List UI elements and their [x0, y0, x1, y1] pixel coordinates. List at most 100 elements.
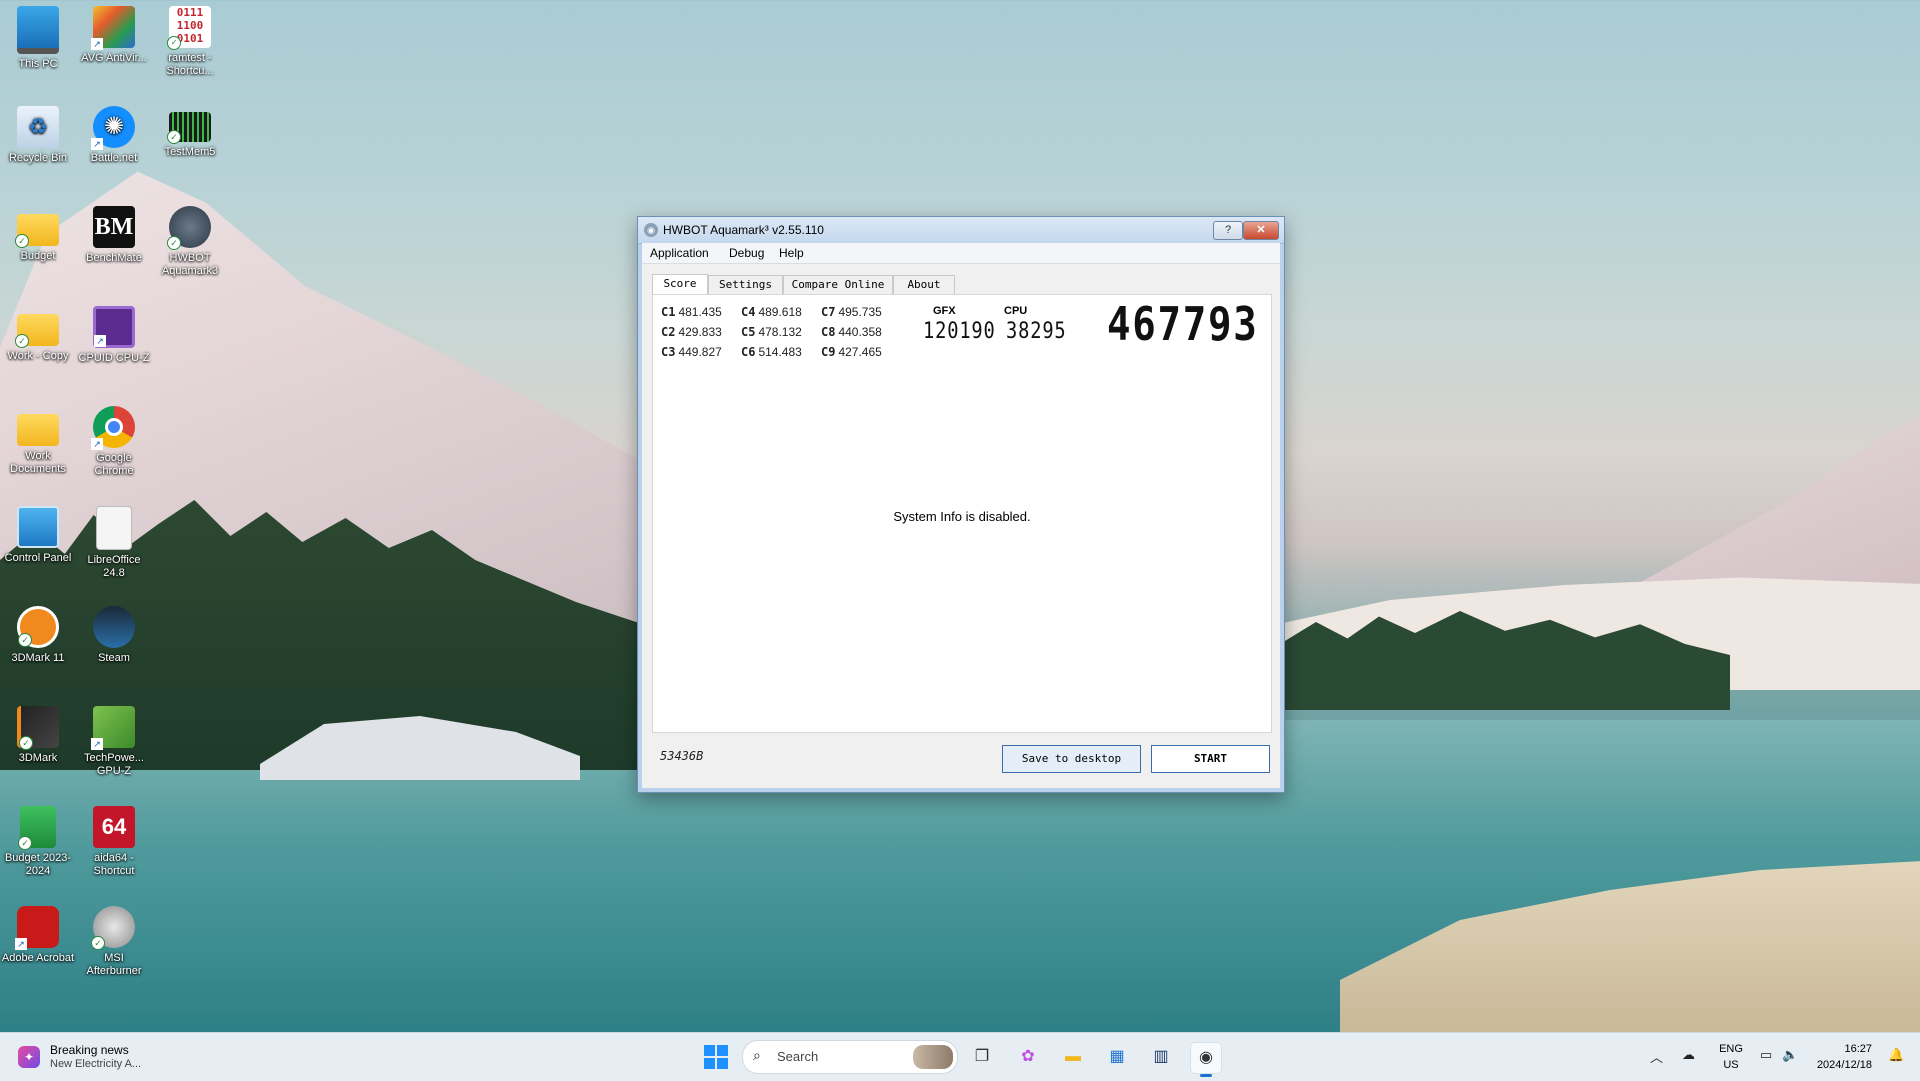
clock-time: 16:27	[1844, 1043, 1872, 1055]
notification-bell-icon[interactable]: 🔔	[1888, 1047, 1904, 1063]
aquamark-window: ◉ HWBOT Aquamark³ v2.55.110 ? ✕ Applicat…	[637, 216, 1285, 793]
language-code: ENG	[1719, 1043, 1743, 1055]
menu-debug[interactable]: Debug	[729, 246, 764, 260]
search-highlight-image	[913, 1045, 953, 1069]
icon-label: ramtest - Shortcu...	[166, 52, 214, 77]
close-button[interactable]: ✕	[1243, 221, 1279, 240]
benchmark-app-icon[interactable]: ▥	[1146, 1042, 1176, 1072]
score-c9: C9 427.465	[821, 345, 882, 359]
icon-label: Steam	[98, 652, 130, 664]
desktop-icon-gpuz[interactable]: ↗ TechPowe... GPU-Z	[76, 700, 152, 796]
start-menu-button[interactable]	[704, 1045, 728, 1069]
desktop-icon-avg[interactable]: ↗ AVG AntiVir...	[76, 0, 152, 96]
folder-icon: ✓	[15, 214, 59, 248]
icon-label: TestMem5	[164, 146, 216, 158]
desktop-icon-benchmate[interactable]: BM BenchMate	[76, 200, 152, 296]
file-explorer-icon[interactable]: ▬	[1058, 1042, 1088, 1072]
desktop-icon-work-documents[interactable]: Work Documents	[0, 400, 76, 496]
desktop-icon-cpuz[interactable]: ↗ CPUID CPU-Z	[76, 300, 152, 396]
icon-label: CPUID CPU-Z	[78, 352, 150, 364]
folder-icon: ✓	[15, 314, 59, 348]
tab-compare-online[interactable]: Compare Online	[783, 275, 893, 294]
icon-label: Battle.net	[90, 152, 138, 164]
task-view-icon[interactable]: ❐	[967, 1042, 997, 1072]
desktop-icon-acrobat[interactable]: ↗ Adobe Acrobat	[0, 900, 76, 996]
menu-application[interactable]: Application	[650, 246, 709, 260]
icon-label: Work Documents	[10, 450, 66, 475]
recycle-bin-icon: ♻	[17, 106, 59, 148]
desktop-icon-budget[interactable]: ✓ Budget	[0, 200, 76, 296]
score-c7: C7 495.735	[821, 305, 882, 319]
desktop-icon-steam[interactable]: Steam	[76, 600, 152, 696]
desktop-icon-battlenet[interactable]: ✺ ↗ Battle.net	[76, 100, 152, 196]
spreadsheet-icon: ✓	[18, 806, 56, 850]
save-to-desktop-button[interactable]: Save to desktop	[1002, 745, 1141, 773]
help-button[interactable]: ?	[1213, 221, 1243, 240]
tab-settings[interactable]: Settings	[708, 275, 783, 294]
score-panel: C1 481.435 C2 429.833 C3 449.827 C4 489.618 …	[652, 294, 1272, 733]
menu-bar: Application Debug Help	[642, 243, 1280, 264]
desktop-icon-3dmark11[interactable]: ✓ 3DMark 11	[0, 600, 76, 696]
icon-label: AVG AntiVir...	[81, 52, 147, 64]
folder-icon	[17, 414, 59, 446]
icon-label: TechPowe... GPU-Z	[84, 752, 144, 777]
icon-label: Control Panel	[4, 552, 72, 564]
icon-label: HWBOT Aquamark3	[161, 252, 219, 277]
testmem-icon: ✓	[167, 112, 211, 144]
onedrive-icon[interactable]: ☁	[1682, 1047, 1695, 1063]
tab-about[interactable]: About	[893, 275, 955, 294]
desktop-icon-chrome[interactable]: ↗ Google Chrome	[76, 400, 152, 496]
monitor-icon	[17, 6, 59, 54]
gpuz-icon: ↗	[91, 706, 135, 750]
control-panel-icon	[17, 506, 59, 548]
document-icon	[96, 506, 132, 550]
volume-icon[interactable]: 🔈	[1782, 1047, 1798, 1063]
start-button[interactable]: START	[1151, 745, 1270, 773]
gfx-score: 120190	[923, 319, 996, 344]
desktop-icon-aquamark[interactable]: ✓ HWBOT Aquamark3	[152, 200, 228, 296]
cpu-score: 38295	[1006, 319, 1067, 344]
desktop-icon-libreoffice[interactable]: LibreOffice 24.8	[76, 500, 152, 596]
title-bar[interactable]: ◉ HWBOT Aquamark³ v2.55.110 ? ✕	[638, 217, 1284, 244]
news-subtitle: New Electricity A...	[50, 1058, 142, 1070]
chrome-icon: ↗	[91, 406, 135, 450]
windows-logo-icon	[704, 1045, 715, 1056]
copilot-icon[interactable]: ✿	[1013, 1042, 1043, 1072]
search-label: Search	[777, 1049, 819, 1064]
show-hidden-icons[interactable]: ︿	[1650, 1047, 1663, 1066]
ramtest-icon: 0111 1100 0101 ✓	[167, 6, 211, 50]
cpuz-icon: ↗	[93, 306, 135, 348]
menu-help[interactable]: Help	[779, 246, 804, 260]
aquamark-taskbar-icon[interactable]: ◉	[1190, 1042, 1222, 1077]
afterburner-icon: ✓	[91, 906, 135, 950]
cpu-label: CPU	[1004, 305, 1028, 317]
news-icon: ✦	[18, 1046, 40, 1068]
desktop-icon-afterburner[interactable]: ✓ MSI Afterburner	[76, 900, 152, 996]
taskbar-search[interactable]: ⌕ Search	[742, 1040, 958, 1074]
desktop-icon-3dmark[interactable]: ✓ 3DMark	[0, 700, 76, 796]
3dmark11-icon: ✓	[17, 606, 59, 648]
language-indicator[interactable]: ENG US	[1716, 1041, 1746, 1073]
desktop-icon-aida64[interactable]: 64 aida64 - Shortcut	[76, 800, 152, 896]
desktop-icon-work-copy[interactable]: ✓ Work - Copy	[0, 300, 76, 396]
score-c5: C5 478.132	[741, 325, 802, 339]
icon-label: 3DMark	[18, 752, 58, 764]
serial-code: 53436B	[660, 749, 704, 763]
desktop-icon-control-panel[interactable]: Control Panel	[0, 500, 76, 596]
aida64-icon: 64	[93, 806, 135, 848]
desktop-icon-this-pc[interactable]: This PC	[0, 0, 76, 96]
icon-label: Budget	[20, 250, 56, 262]
score-c1: C1 481.435	[661, 305, 722, 319]
desktop-icon-testmem[interactable]: ✓ TestMem5	[152, 100, 228, 196]
system-clock[interactable]: 16:27 2024/12/18	[1812, 1041, 1872, 1073]
desktop-icon-recycle-bin[interactable]: ♻ Recycle Bin	[0, 100, 76, 196]
desktop-icon-ramtest[interactable]: 0111 1100 0101 ✓ ramtest - Shortcu...	[152, 0, 228, 96]
window-title: HWBOT Aquamark³ v2.55.110	[663, 223, 824, 237]
network-icon[interactable]: ▭	[1760, 1047, 1772, 1063]
icon-label: Adobe Acrobat	[1, 952, 75, 964]
keyboard-region: US	[1723, 1059, 1739, 1071]
tab-score[interactable]: Score	[652, 274, 708, 295]
icon-label: aida64 - Shortcut	[93, 852, 135, 877]
desktop-icon-budget-spreadsheet[interactable]: ✓ Budget 2023-2024	[0, 800, 76, 896]
store-icon[interactable]: ▦	[1102, 1042, 1132, 1072]
